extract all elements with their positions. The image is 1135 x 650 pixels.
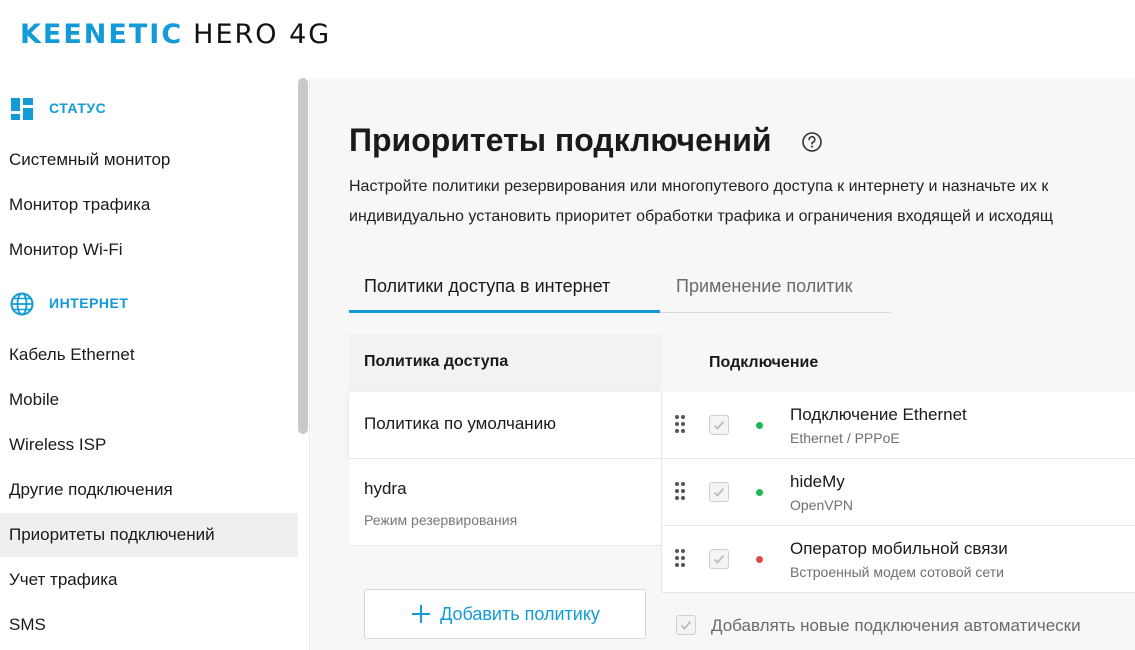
policy-row-hydra[interactable]: hydra Режим резервирования — [349, 459, 661, 546]
policy-mode: Режим резервирования — [364, 512, 518, 528]
sidebar-item-wireless-isp[interactable]: Wireless ISP — [0, 423, 298, 467]
connection-row[interactable]: hideMy OpenVPN — [661, 459, 1135, 526]
drag-handle-icon[interactable] — [674, 548, 686, 568]
connection-row[interactable]: Оператор мобильной связи Встроенный моде… — [661, 526, 1135, 593]
check-icon — [713, 554, 725, 564]
header: KEENETIC HERO 4G — [0, 0, 1135, 78]
status-dot — [756, 489, 763, 496]
drag-handle-icon[interactable] — [674, 414, 686, 434]
sidebar-item-traffic-accounting[interactable]: Учет трафика — [0, 558, 298, 602]
connection-name: hideMy — [790, 472, 845, 491]
page-title: Приоритеты подключений — [349, 122, 772, 158]
app-root: KEENETIC HERO 4G СТАТУС Системный монитор… — [0, 0, 1135, 650]
status-dot — [756, 556, 763, 563]
tab-access-policies[interactable]: Политики доступа в интернет — [349, 270, 660, 313]
connection-checkbox[interactable] — [709, 415, 729, 435]
page-description-line: индивидуально установить приоритет обраб… — [349, 208, 1054, 225]
logo[interactable]: KEENETIC HERO 4G — [20, 20, 331, 50]
plus-icon — [412, 605, 431, 623]
sidebar-item-wifi-monitor[interactable]: Монитор Wi-Fi — [0, 228, 298, 272]
globe-icon — [10, 292, 34, 316]
sidebar-item-system-monitor[interactable]: Системный монитор — [0, 138, 298, 182]
connection-row[interactable]: Подключение Ethernet Ethernet / PPPoE — [661, 392, 1135, 459]
help-icon[interactable] — [801, 131, 823, 153]
logo-model: HERO 4G — [193, 19, 332, 50]
connection-name: Подключение Ethernet — [790, 405, 967, 424]
connections-header: Подключение — [661, 334, 1135, 392]
add-policy-label: Добавить политику — [440, 603, 600, 624]
sidebar-item-other-connections[interactable]: Другие подключения — [0, 468, 298, 512]
connection-type: OpenVPN — [790, 497, 854, 513]
sidebar-item-sms[interactable]: SMS — [0, 603, 298, 647]
policy-name: Политика по умолчанию — [364, 414, 556, 433]
status-dot — [756, 422, 763, 429]
sidebar-section-internet[interactable]: ИНТЕРНЕТ — [0, 288, 298, 318]
connection-name: Оператор мобильной связи — [790, 539, 1008, 558]
tabs: Политики доступа в интернет Применение п… — [349, 270, 891, 313]
auto-add-row: Добавлять новые подключения автоматическ… — [661, 602, 1135, 650]
sidebar-scrollbar[interactable] — [298, 78, 308, 434]
policies-header: Политика доступа — [349, 334, 661, 392]
check-icon — [713, 420, 725, 430]
policy-row-default[interactable]: Политика по умолчанию — [349, 392, 661, 459]
sidebar-section-label: СТАТУС — [49, 100, 107, 116]
policy-name: hydra — [364, 479, 407, 498]
sidebar-item-traffic-monitor[interactable]: Монитор трафика — [0, 183, 298, 227]
sidebar-item-ethernet-cable[interactable]: Кабель Ethernet — [0, 333, 298, 377]
connection-checkbox[interactable] — [709, 549, 729, 569]
connections-panel: Подключение Подключение Ethernet Etherne… — [661, 334, 1135, 650]
connection-type: Встроенный модем сотовой сети — [790, 564, 1004, 580]
connection-type: Ethernet / PPPoE — [790, 430, 900, 446]
sidebar-section-status[interactable]: СТАТУС — [0, 93, 298, 123]
auto-add-label: Добавлять новые подключения автоматическ… — [711, 616, 1081, 635]
auto-add-checkbox[interactable] — [676, 615, 696, 635]
drag-handle-icon[interactable] — [674, 481, 686, 501]
check-icon — [713, 487, 725, 497]
sidebar: СТАТУС Системный монитор Монитор трафика… — [0, 78, 310, 650]
sidebar-item-mobile[interactable]: Mobile — [0, 378, 298, 422]
sidebar-item-connection-priorities[interactable]: Приоритеты подключений — [0, 513, 298, 557]
add-policy-button[interactable]: Добавить политику — [364, 589, 646, 639]
sidebar-section-label: ИНТЕРНЕТ — [49, 295, 129, 311]
logo-brand: KEENETIC — [20, 19, 184, 50]
tab-policy-application[interactable]: Применение политик — [660, 270, 891, 313]
check-icon — [680, 620, 692, 630]
page-description-line: Настройте политики резервирования или мн… — [349, 178, 1049, 195]
connection-checkbox[interactable] — [709, 482, 729, 502]
main-content: Приоритеты подключений Настройте политик… — [311, 78, 1135, 650]
dashboard-icon — [11, 98, 33, 120]
